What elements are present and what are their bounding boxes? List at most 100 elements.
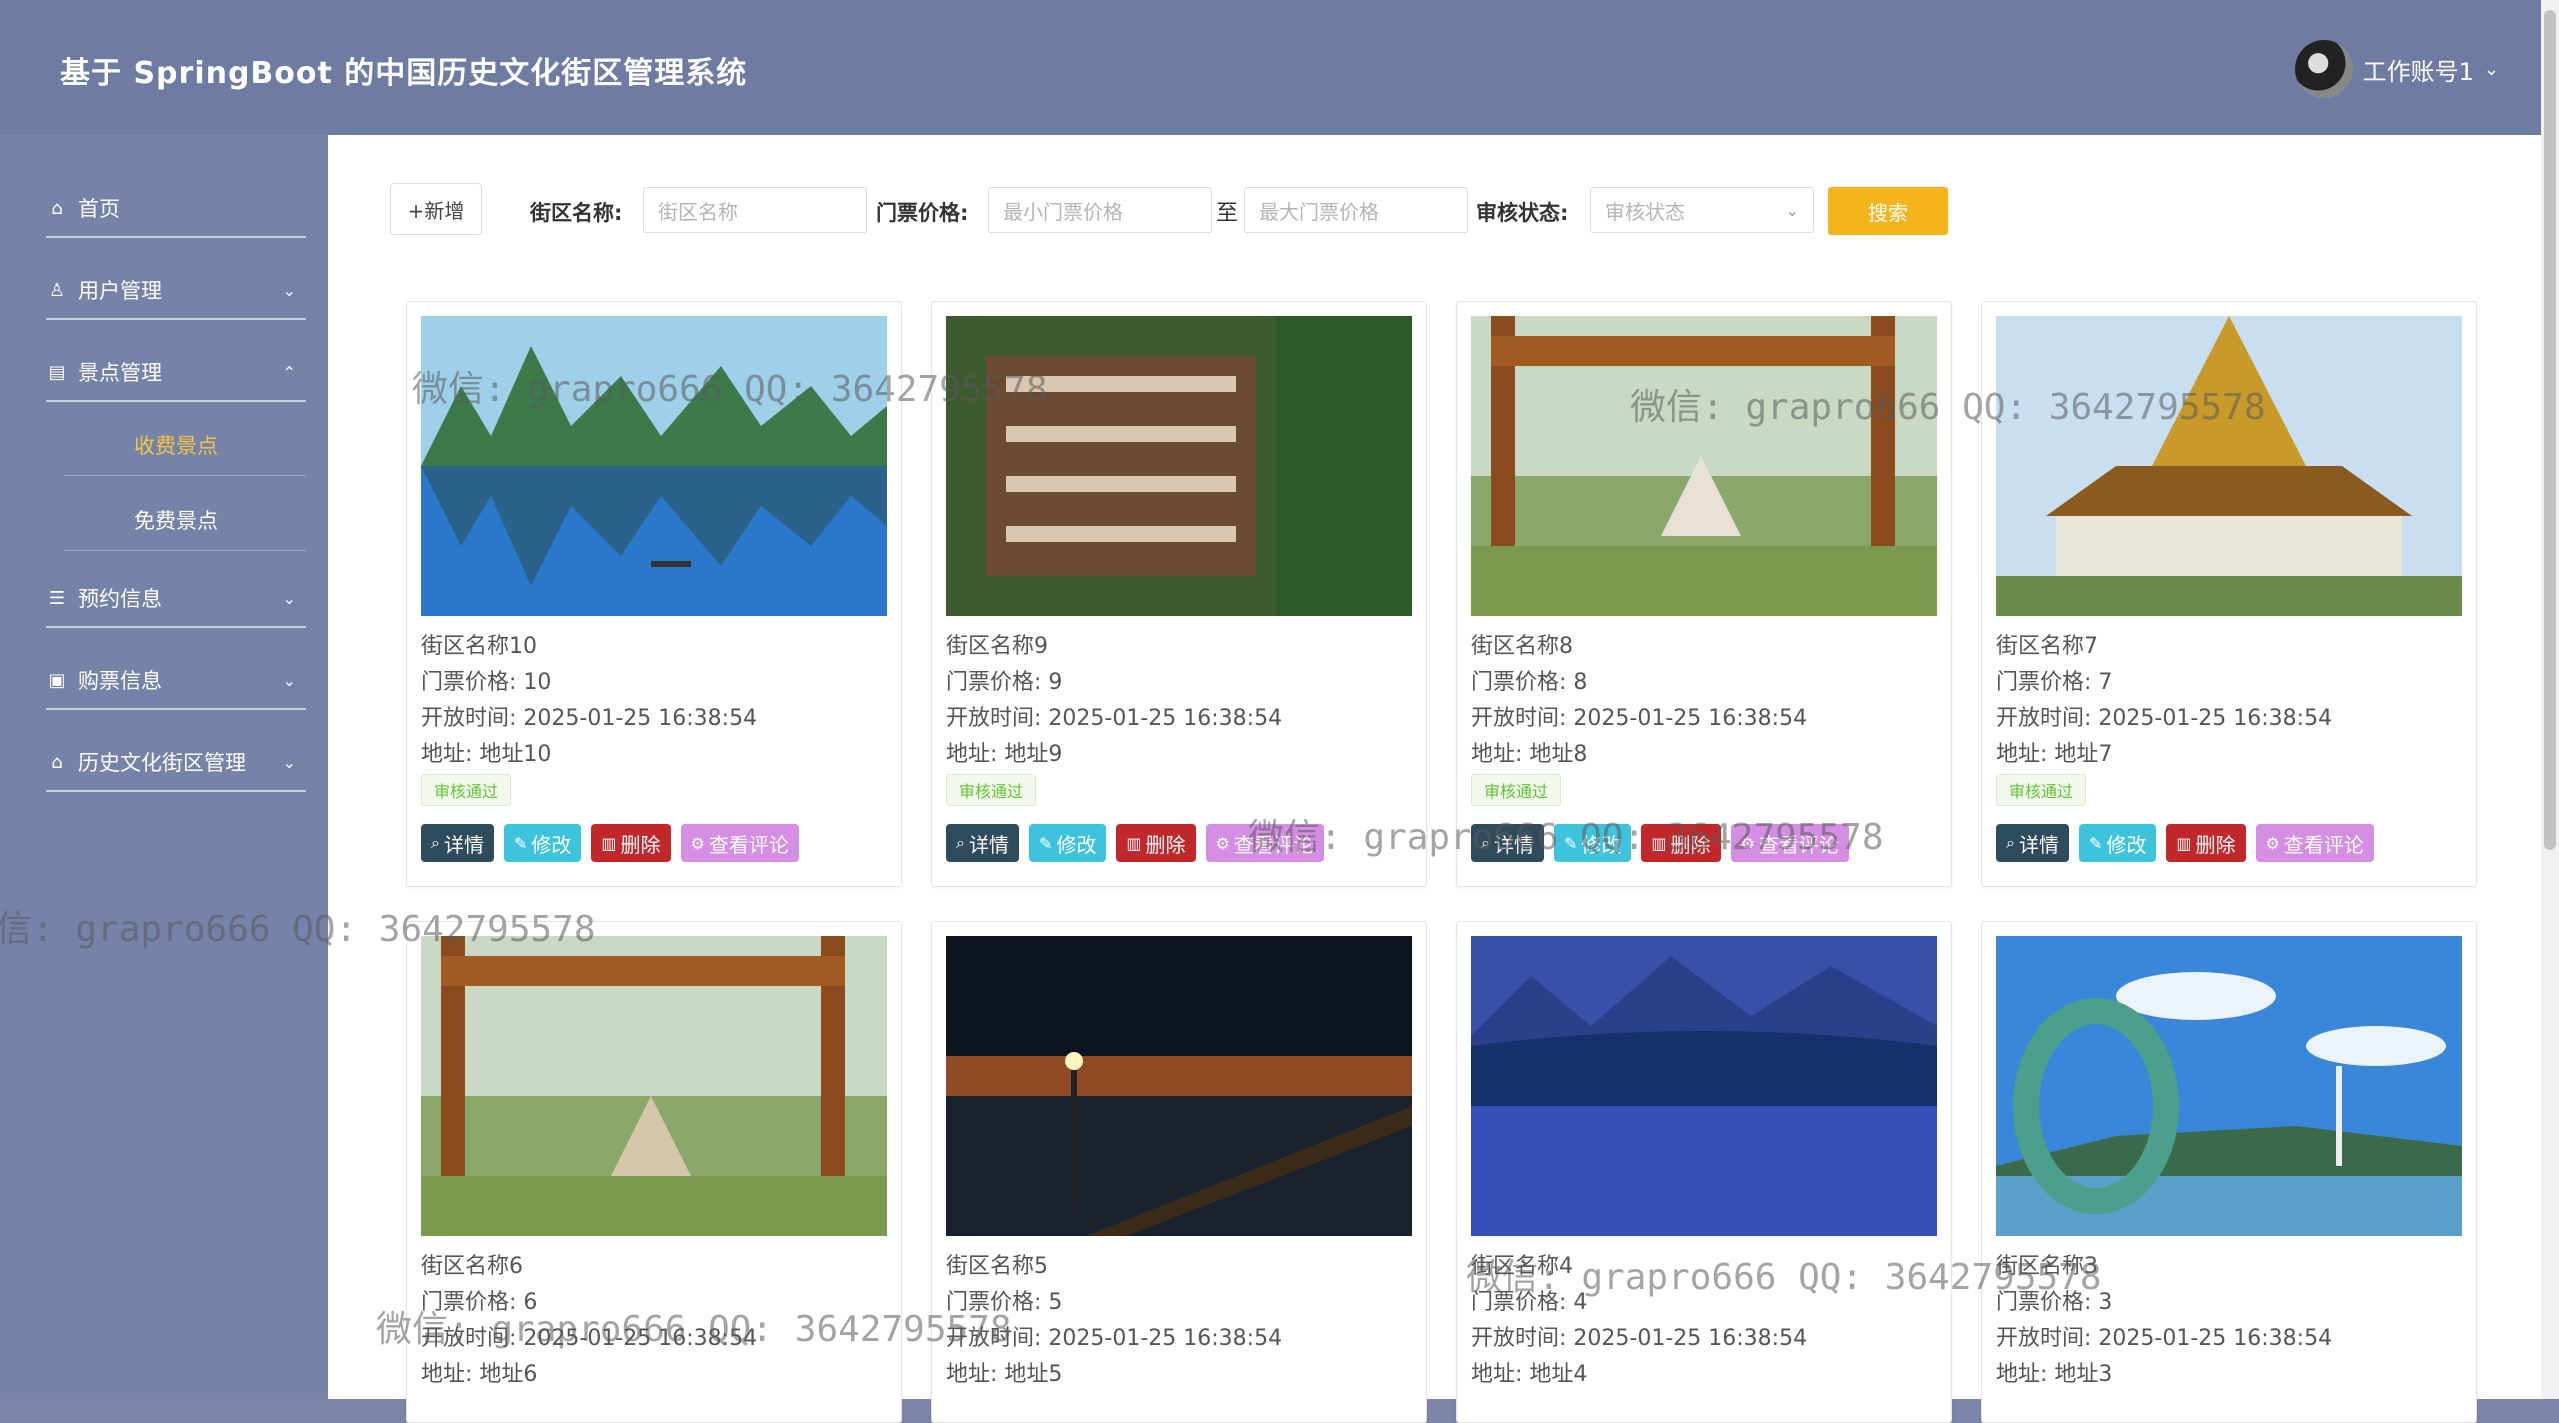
- district-image[interactable]: [1996, 316, 2462, 616]
- max-price-input[interactable]: 最大门票价格: [1244, 187, 1468, 233]
- user-menu[interactable]: 工作账号1 ⌄: [2294, 40, 2499, 98]
- district-image[interactable]: [1471, 316, 1937, 616]
- edit-button[interactable]: ✎ 修改: [1553, 824, 1632, 862]
- district-name: 街区名称5: [946, 1254, 1048, 1279]
- sidebar: ⌂ 首页 ♙ 用户管理 ⌄ ▤ 景点管理 ⌃ 收费景点 免费景点 ☰ 预约信息 …: [0, 135, 328, 1399]
- district-image[interactable]: [1471, 936, 1937, 1236]
- district-card: 街区名称5 门票价格: 5 开放时间: 2025-01-25 16:38:54 …: [931, 921, 1427, 1423]
- district-image[interactable]: [946, 936, 1412, 1236]
- price-row: 门票价格: 3: [1996, 1290, 2113, 1315]
- card-actions: ⌕ 详情 ✎ 修改 ▥ 删除 ⚙ 查看评论: [946, 824, 1324, 862]
- sidebar-item-label: 首页: [78, 197, 120, 221]
- detail-button[interactable]: ⌕ 详情: [421, 824, 494, 862]
- delete-button[interactable]: ▥ 删除: [2166, 824, 2246, 862]
- avatar[interactable]: [2294, 40, 2353, 98]
- district-name: 街区名称7: [1996, 634, 2098, 659]
- name-filter-label: 街区名称:: [530, 201, 623, 225]
- sidebar-item-scenic[interactable]: ▤ 景点管理 ⌃: [46, 347, 306, 397]
- price-value: 8: [1573, 670, 1588, 695]
- price-row: 门票价格: 6: [421, 1290, 538, 1315]
- district-image[interactable]: [1996, 936, 2462, 1236]
- district-card: 街区名称6 门票价格: 6 开放时间: 2025-01-25 16:38:54 …: [406, 921, 902, 1423]
- edit-button[interactable]: ✎ 修改: [1028, 824, 1107, 862]
- sidebar-item-districts[interactable]: ⌂ 历史文化街区管理 ⌄: [46, 737, 306, 787]
- edit-button[interactable]: ✎ 修改: [503, 824, 582, 862]
- divider: [46, 708, 306, 710]
- price-row: 门票价格: 4: [1471, 1290, 1588, 1315]
- vertical-scrollbar[interactable]: [2541, 0, 2559, 1399]
- search-icon: ⌕: [1481, 833, 1490, 852]
- folder-icon: ▤: [48, 361, 66, 383]
- time-row: 开放时间: 2025-01-25 16:38:54: [421, 706, 758, 731]
- gear-icon: ⚙: [690, 833, 705, 853]
- status-select[interactable]: 审核状态 ⌄: [1590, 187, 1814, 233]
- detail-button[interactable]: ⌕ 详情: [1471, 824, 1544, 862]
- comments-button[interactable]: ⚙ 查看评论: [1205, 824, 1324, 862]
- search-icon: ⌕: [431, 833, 440, 852]
- delete-button[interactable]: ▥ 删除: [591, 824, 671, 862]
- sidebar-item-home[interactable]: ⌂ 首页: [46, 183, 306, 233]
- divider: [46, 236, 306, 238]
- sidebar-item-label: 购票信息: [78, 669, 162, 693]
- time-row: 开放时间: 2025-01-25 16:38:54: [946, 1326, 1283, 1351]
- district-card: 街区名称10 门票价格: 10 开放时间: 2025-01-25 16:38:5…: [406, 301, 902, 887]
- list-icon: ☰: [48, 587, 66, 609]
- edit-button[interactable]: ✎ 修改: [2078, 824, 2157, 862]
- district-image[interactable]: [421, 936, 887, 1236]
- price-row: 门票价格: 5: [946, 1290, 1063, 1315]
- district-name: 街区名称9: [946, 634, 1048, 659]
- add-button[interactable]: +新增: [390, 183, 482, 235]
- status-filter-label: 审核状态:: [1476, 201, 1569, 225]
- edit-icon: ✎: [1038, 833, 1053, 853]
- district-image[interactable]: [421, 316, 887, 616]
- address-value: 地址6: [479, 1362, 538, 1387]
- card-actions: ⌕ 详情 ✎ 修改 ▥ 删除 ⚙ 查看评论: [1996, 824, 2374, 862]
- price-value: 4: [1573, 1290, 1588, 1315]
- district-name: 街区名称3: [1996, 1254, 2098, 1279]
- name-search-input[interactable]: 街区名称: [643, 187, 867, 233]
- delete-button[interactable]: ▥ 删除: [1641, 824, 1721, 862]
- address-row: 地址: 地址7: [1996, 742, 2113, 767]
- username[interactable]: 工作账号1: [2363, 52, 2474, 87]
- chevron-down-icon: ⌄: [1785, 200, 1799, 220]
- comments-button[interactable]: ⚙ 查看评论: [1730, 824, 1849, 862]
- address-value: 地址3: [2054, 1362, 2113, 1387]
- district-name: 街区名称10: [421, 634, 537, 659]
- address-row: 地址: 地址10: [421, 742, 552, 767]
- address-row: 地址: 地址9: [946, 742, 1063, 767]
- comments-button[interactable]: ⚙ 查看评论: [680, 824, 799, 862]
- delete-button[interactable]: ▥ 删除: [1116, 824, 1196, 862]
- divider: [64, 550, 306, 551]
- sidebar-item-label: 用户管理: [78, 279, 162, 303]
- scrollbar-thumb[interactable]: [2544, 10, 2556, 850]
- chevron-down-icon[interactable]: ⌄: [2484, 59, 2499, 80]
- sidebar-item-booking[interactable]: ☰ 预约信息 ⌄: [46, 573, 306, 623]
- sidebar-item-users[interactable]: ♙ 用户管理 ⌄: [46, 265, 306, 315]
- divider: [46, 790, 306, 792]
- min-price-input[interactable]: 最小门票价格: [988, 187, 1212, 233]
- address-row: 地址: 地址3: [1996, 1362, 2113, 1387]
- status-badge: 审核通过: [1471, 774, 1562, 806]
- sidebar-item-label: 景点管理: [78, 361, 162, 385]
- sidebar-item-tickets[interactable]: ▣ 购票信息 ⌄: [46, 655, 306, 705]
- sidebar-subitem-paid[interactable]: 收费景点: [46, 420, 306, 470]
- time-value: 2025-01-25 16:38:54: [523, 706, 758, 731]
- time-row: 开放时间: 2025-01-25 16:38:54: [1471, 1326, 1808, 1351]
- price-row: 门票价格: 8: [1471, 670, 1588, 695]
- district-image[interactable]: [946, 316, 1412, 616]
- address-value: 地址7: [2054, 742, 2113, 767]
- price-row: 门票价格: 10: [421, 670, 552, 695]
- detail-button[interactable]: ⌕ 详情: [946, 824, 1019, 862]
- sidebar-subitem-free[interactable]: 免费景点: [46, 495, 306, 545]
- ticket-icon: ▣: [48, 669, 66, 691]
- district-card: 街区名称3 门票价格: 3 开放时间: 2025-01-25 16:38:54 …: [1981, 921, 2477, 1423]
- chevron-down-icon: ⌄: [282, 752, 296, 772]
- range-separator: 至: [1216, 201, 1239, 226]
- comments-button[interactable]: ⚙ 查看评论: [2255, 824, 2374, 862]
- detail-button[interactable]: ⌕ 详情: [1996, 824, 2069, 862]
- status-select-value: 审核状态: [1605, 199, 1685, 224]
- gear-icon: ⚙: [1740, 833, 1755, 853]
- trash-icon: ▥: [2176, 833, 2192, 853]
- address-value: 地址8: [1529, 742, 1588, 767]
- search-button[interactable]: 搜索: [1828, 187, 1948, 235]
